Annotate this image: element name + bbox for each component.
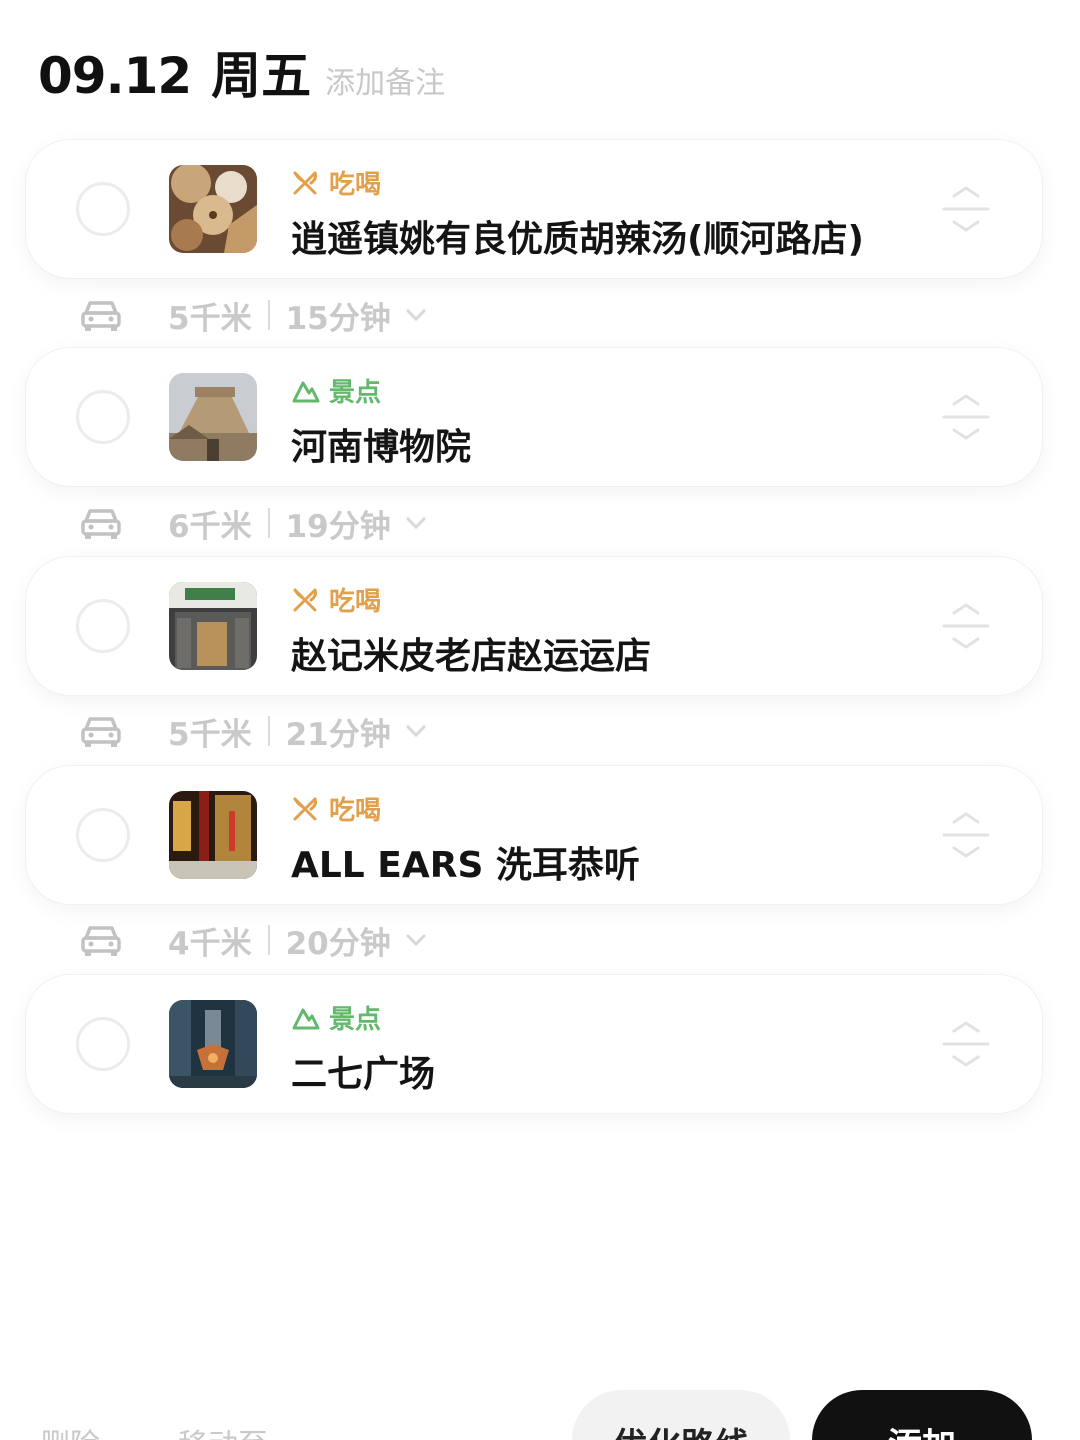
optimize-route-button[interactable]: 优化路线 [572, 1390, 790, 1440]
chevron-down-icon[interactable] [405, 308, 427, 322]
stop-category: 吃喝 [291, 581, 381, 618]
stop-name: 逍遥镇姚有良优质胡辣汤(顺河路店) [291, 219, 864, 260]
drag-handle-icon[interactable] [938, 601, 994, 651]
car-icon [81, 717, 121, 747]
day-weekday: 周五 [211, 47, 312, 105]
car-icon [81, 926, 121, 956]
leg-distance: 6千米 [168, 508, 252, 545]
leg-divider [267, 300, 270, 330]
stop-category-label: 吃喝 [329, 796, 382, 826]
stop-card[interactable]: 吃喝 赵记米皮老店赵运运店 [26, 557, 1042, 695]
leg-distance: 5千米 [168, 716, 252, 753]
move-to-button[interactable]: 移动至 [178, 1420, 268, 1440]
stop-thumbnail [169, 165, 257, 253]
leg-divider [267, 508, 270, 538]
add-stop-button[interactable]: 添加 [812, 1390, 1032, 1440]
drag-handle-icon[interactable] [938, 184, 994, 234]
stop-category-label: 吃喝 [329, 587, 382, 617]
stop-thumbnail [169, 582, 257, 670]
stop-checkbox[interactable] [76, 390, 130, 444]
stop-name: 河南博物院 [291, 427, 472, 468]
route-leg[interactable]: 5千米 15分钟 [80, 290, 500, 340]
day-header: 09.12 周五 添加备注 [38, 36, 445, 108]
route-leg[interactable]: 4千米 20分钟 [80, 915, 500, 965]
stop-category: 吃喝 [291, 790, 381, 827]
stop-card[interactable]: 吃喝 逍遥镇姚有良优质胡辣汤(顺河路店) [26, 140, 1042, 278]
car-icon [81, 509, 121, 539]
leg-divider [267, 925, 270, 955]
day-date: 09.12 [38, 47, 192, 105]
route-leg[interactable]: 6千米 19分钟 [80, 498, 500, 548]
delete-button[interactable]: 删除 [40, 1420, 100, 1440]
leg-duration: 19分钟 [285, 508, 391, 545]
chevron-down-icon[interactable] [405, 516, 427, 530]
leg-divider [267, 716, 270, 746]
mountain-icon [292, 1008, 320, 1029]
stop-thumbnail [169, 1000, 257, 1088]
stop-thumbnail [169, 791, 257, 879]
stop-checkbox[interactable] [76, 599, 130, 653]
mountain-icon [292, 381, 320, 402]
leg-distance: 5千米 [168, 300, 252, 337]
stop-card[interactable]: 景点 二七广场 [26, 975, 1042, 1113]
stop-name: 赵记米皮老店赵运运店 [291, 636, 652, 677]
stop-category: 吃喝 [291, 164, 381, 201]
stop-checkbox[interactable] [76, 182, 130, 236]
bottom-action-bar: 删除 移动至 优化路线 添加 [0, 1388, 1080, 1440]
stop-category: 景点 [291, 372, 381, 409]
stop-category-label: 吃喝 [329, 170, 382, 200]
stop-card[interactable]: 吃喝 ALL EARS 洗耳恭听 [26, 766, 1042, 904]
stop-name: 二七广场 [291, 1054, 436, 1095]
stop-checkbox[interactable] [76, 808, 130, 862]
leg-duration: 15分钟 [285, 300, 391, 337]
route-leg[interactable]: 5千米 21分钟 [80, 706, 500, 756]
car-icon [81, 301, 121, 331]
stop-thumbnail [169, 373, 257, 461]
drag-handle-icon[interactable] [938, 810, 994, 860]
stop-card[interactable]: 景点 河南博物院 [26, 348, 1042, 486]
leg-duration: 21分钟 [285, 716, 391, 753]
stop-category-label: 景点 [329, 378, 382, 408]
drag-handle-icon[interactable] [938, 392, 994, 442]
stop-category-label: 景点 [329, 1005, 382, 1035]
stop-checkbox[interactable] [76, 1017, 130, 1071]
chevron-down-icon[interactable] [405, 933, 427, 947]
drag-handle-icon[interactable] [938, 1019, 994, 1069]
fork-knife-icon [293, 171, 317, 194]
fork-knife-icon [293, 797, 317, 820]
stop-name: ALL EARS 洗耳恭听 [291, 845, 640, 886]
leg-distance: 4千米 [168, 925, 252, 962]
add-note-button[interactable]: 添加备注 [325, 58, 445, 102]
fork-knife-icon [293, 588, 317, 611]
leg-duration: 20分钟 [285, 925, 391, 962]
chevron-down-icon[interactable] [405, 724, 427, 738]
stop-category: 景点 [291, 999, 381, 1036]
